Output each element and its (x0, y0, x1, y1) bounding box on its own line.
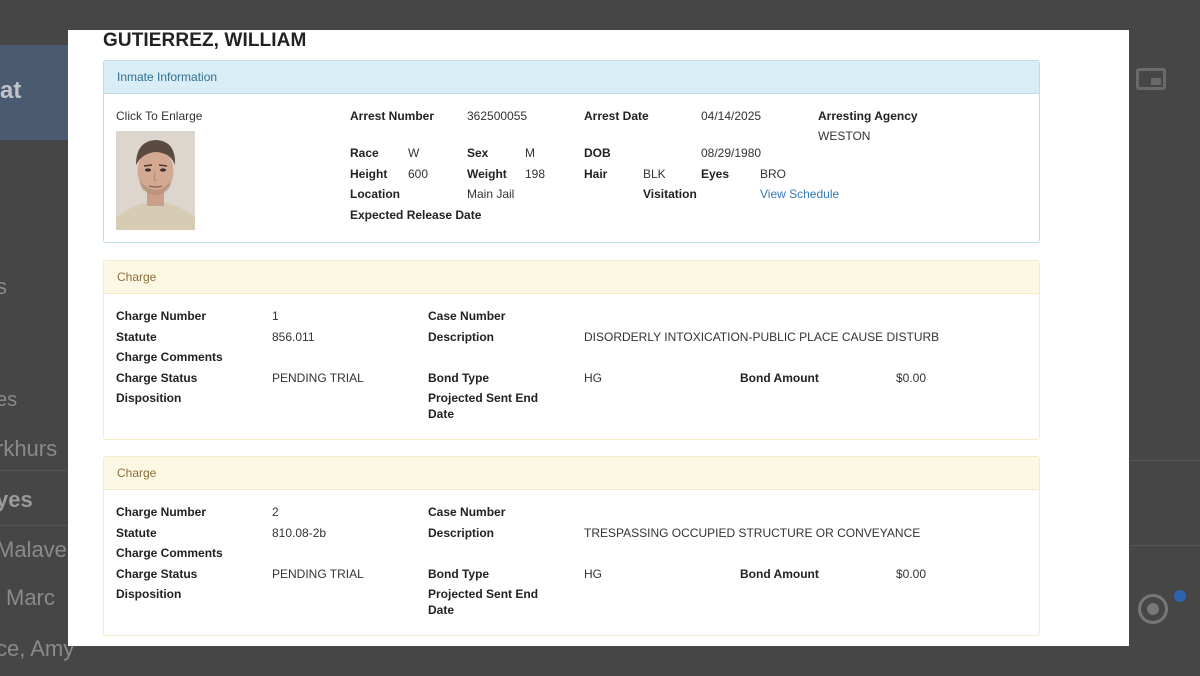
charge-heading: Charge (104, 261, 1039, 294)
background-text: es (0, 389, 18, 411)
bond-type-label: Bond Type (428, 371, 490, 385)
race-value: W (408, 146, 420, 160)
radio-selected-icon[interactable] (1138, 594, 1168, 624)
charge-number-label: Charge Number (116, 505, 207, 519)
dob-label: DOB (584, 146, 611, 160)
charge-panel-1: Charge Charge Number 1 Case Number Statu… (103, 260, 1040, 440)
charge-heading: Charge (104, 457, 1039, 490)
charge-panel-2: Charge Charge Number 2 Case Number Statu… (103, 456, 1040, 636)
charge-status-label: Charge Status (116, 567, 198, 581)
inmate-detail-modal: GUTIERREZ, WILLIAM Inmate Information Cl… (68, 30, 1129, 646)
bond-type-value: HG (584, 371, 602, 385)
background-text: rkhurs (0, 436, 58, 461)
bond-amount-value: $0.00 (896, 371, 927, 385)
case-number-label: Case Number (428, 505, 506, 519)
arresting-agency-label: Arresting Agency (818, 109, 918, 123)
disposition-label: Disposition (116, 587, 182, 601)
statute-label: Statute (116, 330, 157, 344)
eyes-value: BRO (760, 167, 787, 181)
height-value: 600 (408, 167, 429, 181)
location-value: Main Jail (467, 187, 515, 201)
background-text: Malave (0, 537, 67, 562)
charge-status-value: PENDING TRIAL (272, 371, 364, 385)
bond-type-label: Bond Type (428, 567, 490, 581)
bond-amount-value: $0.00 (896, 567, 927, 581)
background-text: s (0, 274, 7, 299)
height-label: Height (350, 167, 388, 181)
sex-label: Sex (467, 146, 489, 160)
arrest-number-value: 362500055 (467, 109, 528, 123)
arrest-date-value: 04/14/2025 (701, 109, 762, 123)
view-schedule-link[interactable]: View Schedule (760, 187, 839, 201)
weight-value: 198 (525, 167, 546, 181)
inmate-information-panel: Inmate Information Click To Enlarge Arre… (103, 60, 1040, 243)
weight-label: Weight (467, 167, 507, 181)
sex-value: M (525, 146, 535, 160)
charge-status-value: PENDING TRIAL (272, 567, 364, 581)
description-label: Description (428, 526, 495, 540)
inmate-photo[interactable] (116, 131, 195, 230)
click-to-enlarge-label: Click To Enlarge (116, 109, 203, 123)
projected-sent-end-date-label: Projected Sent End Date (428, 587, 539, 617)
notification-dot-icon (1174, 590, 1186, 602)
statute-value: 810.08-2b (272, 526, 327, 540)
projected-sent-end-date-label: Projected Sent End Date (428, 391, 539, 421)
background-bubble-text: at (0, 77, 22, 104)
charge-number-label: Charge Number (116, 309, 207, 323)
bond-amount-label: Bond Amount (740, 567, 819, 581)
statute-value: 856.011 (272, 330, 315, 344)
statute-label: Statute (116, 526, 157, 540)
bond-type-value: HG (584, 567, 602, 581)
background-text: yes (0, 487, 33, 512)
charge-comments-label: Charge Comments (116, 546, 223, 560)
picture-in-picture-icon[interactable] (1136, 68, 1166, 90)
bond-amount-label: Bond Amount (740, 371, 819, 385)
background-divider (1130, 460, 1200, 461)
background-text: ce, Amy (0, 636, 75, 661)
location-label: Location (350, 187, 400, 201)
description-value: DISORDERLY INTOXICATION-PUBLIC PLACE CAU… (584, 330, 940, 344)
charge-status-label: Charge Status (116, 371, 198, 385)
disposition-label: Disposition (116, 391, 182, 405)
dob-value: 08/29/1980 (701, 146, 762, 160)
background-divider (1130, 545, 1200, 546)
race-label: Race (350, 146, 379, 160)
arrest-date-label: Arrest Date (584, 109, 649, 123)
hair-label: Hair (584, 167, 608, 181)
arrest-number-label: Arrest Number (350, 109, 435, 123)
description-value: TRESPASSING OCCUPIED STRUCTURE OR CONVEY… (584, 526, 921, 540)
case-number-label: Case Number (428, 309, 506, 323)
background-text: Marc (6, 585, 55, 610)
charge-number-value: 2 (272, 505, 279, 519)
eyes-label: Eyes (701, 167, 730, 181)
description-label: Description (428, 330, 495, 344)
charge-comments-label: Charge Comments (116, 350, 223, 364)
mugshot-image (116, 131, 195, 230)
expected-release-date-label: Expected Release Date (350, 208, 482, 222)
inmate-information-heading: Inmate Information (104, 61, 1039, 94)
hair-value: BLK (643, 167, 666, 181)
visitation-label: Visitation (643, 187, 697, 201)
inmate-name: GUTIERREZ, WILLIAM (103, 30, 307, 51)
charge-number-value: 1 (272, 309, 279, 323)
arresting-agency-value: WESTON (818, 129, 871, 143)
